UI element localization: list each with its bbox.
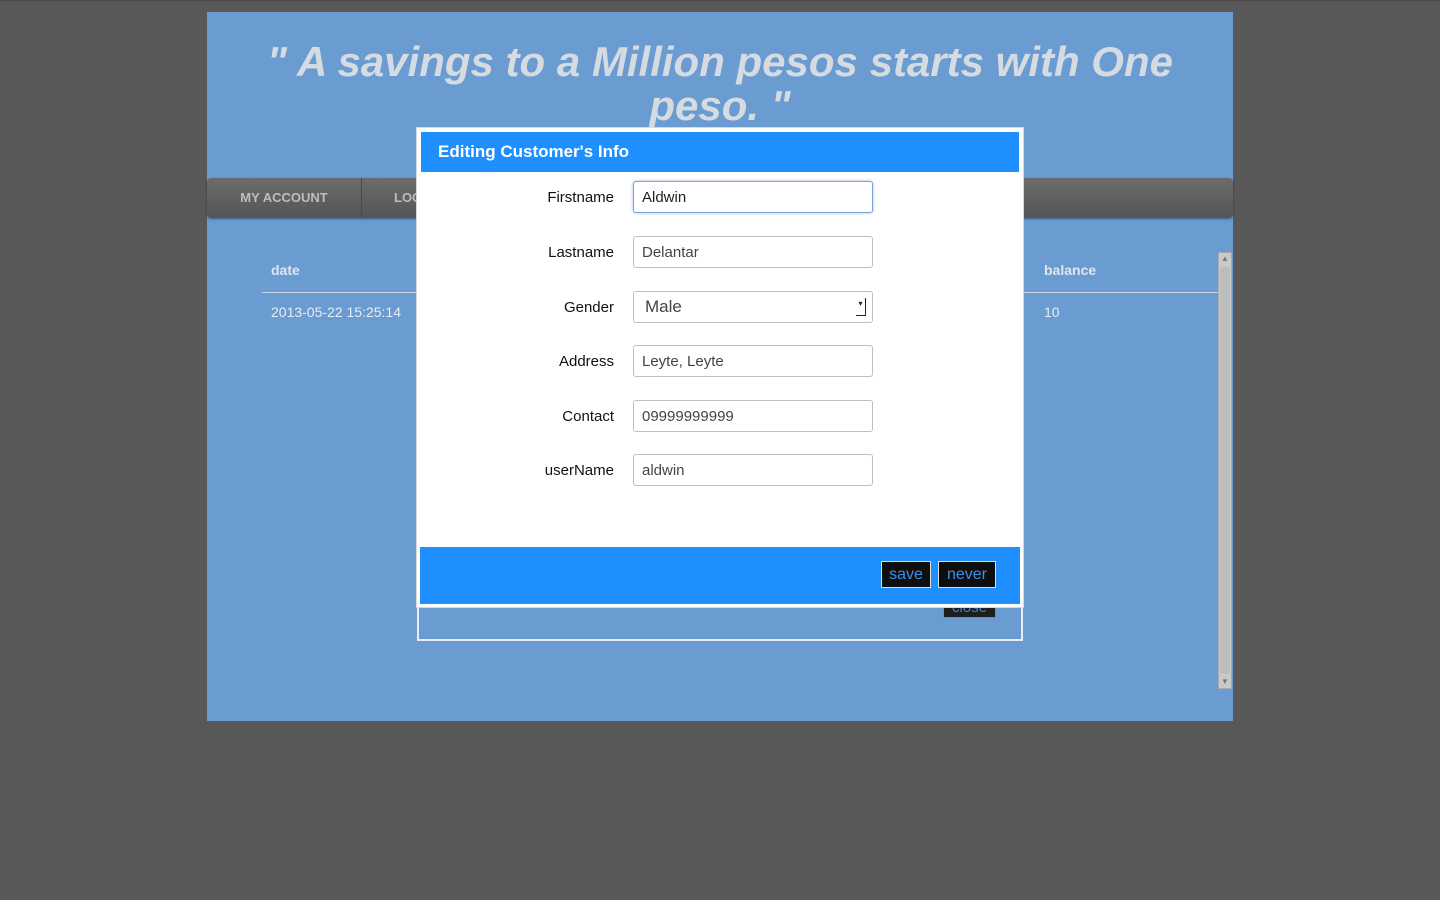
row-address: Address xyxy=(420,345,1020,379)
gender-label: Gender xyxy=(563,299,614,316)
page-quote: " A savings to a Million pesos starts wi… xyxy=(267,38,1173,129)
lastname-label: Lastname xyxy=(548,244,614,261)
username-input[interactable] xyxy=(633,454,873,486)
row-firstname: Firstname xyxy=(420,181,1020,215)
table-cell-balance: 10 xyxy=(1044,304,1060,320)
lastname-input[interactable] xyxy=(633,236,873,268)
gender-select[interactable]: Male ▾ xyxy=(633,291,873,323)
save-button[interactable]: save xyxy=(881,561,931,588)
address-input[interactable] xyxy=(633,345,873,377)
dialog-title: Editing Customer's Info xyxy=(421,132,1019,172)
table-cell-date: 2013-05-22 15:25:14 xyxy=(271,304,401,320)
edit-customer-dialog: Editing Customer's Info Firstname Lastna… xyxy=(417,128,1023,607)
contact-input[interactable] xyxy=(633,400,873,432)
row-lastname: Lastname xyxy=(420,236,1020,270)
dropdown-arrow-icon[interactable]: ▾ xyxy=(856,298,866,316)
username-label: userName xyxy=(544,462,614,479)
scroll-thumb[interactable] xyxy=(1220,267,1230,674)
row-gender: Gender Male ▾ xyxy=(420,291,1020,325)
address-label: Address xyxy=(558,353,614,370)
firstname-label: Firstname xyxy=(547,189,614,206)
scroll-down-arrow-icon[interactable]: ▼ xyxy=(1219,676,1231,688)
row-username: userName xyxy=(420,454,1020,488)
column-header-balance: balance xyxy=(1044,262,1097,278)
contact-label: Contact xyxy=(562,408,614,425)
top-border xyxy=(0,0,1440,1)
column-header-date: date xyxy=(271,262,300,278)
scroll-up-arrow-icon[interactable]: ▲ xyxy=(1219,253,1231,265)
firstname-input[interactable] xyxy=(633,181,873,213)
gender-selected-value: Male xyxy=(645,297,682,316)
row-contact: Contact xyxy=(420,400,1020,434)
never-button[interactable]: never xyxy=(938,561,996,588)
nav-item-my-account[interactable]: MY ACCOUNT xyxy=(207,178,362,218)
table-scrollbar[interactable]: ▲ ▼ xyxy=(1218,252,1232,689)
dialog-footer: save never xyxy=(420,547,1020,604)
